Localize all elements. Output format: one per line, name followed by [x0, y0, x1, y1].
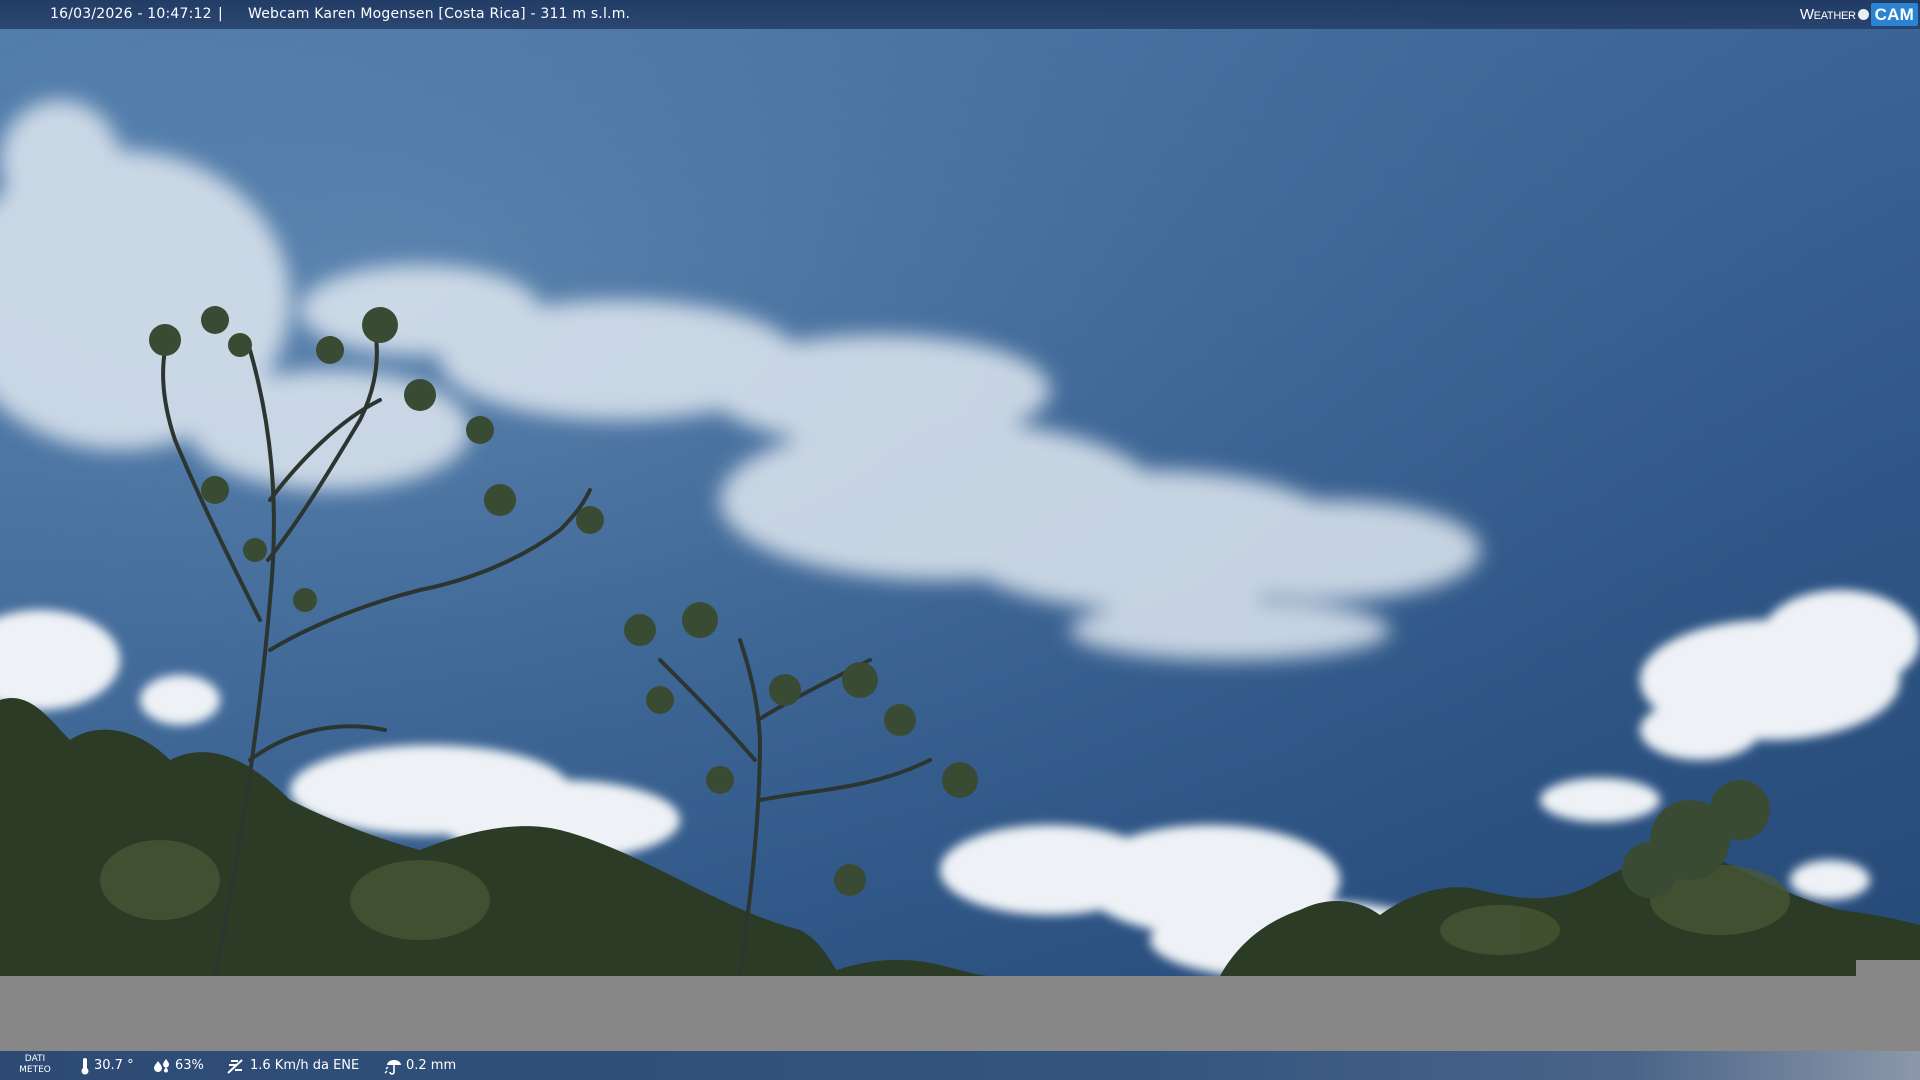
logo-weather-text: Weather [1799, 6, 1856, 23]
webcam-image [0, 0, 1920, 976]
wind-icon [227, 1058, 243, 1074]
humidity-value: 63% [175, 1058, 204, 1073]
webcam-title: Webcam Karen Mogensen [Costa Rica] - 311… [248, 6, 631, 22]
temperature-value: 30.7 ° [94, 1058, 134, 1073]
thermometer-icon [81, 1057, 89, 1074]
rain-value: 0.2 mm [406, 1058, 457, 1073]
weather-data-label: DATI METEO [18, 1054, 52, 1076]
weather-data-bar: DATI METEO 30.7 ° 63% 1.6 Km/h da ENE 0.… [0, 1051, 1920, 1080]
temperature-reading: 30.7 ° [80, 1051, 134, 1080]
humidity-reading: 63% [153, 1051, 204, 1080]
weather-label-line1: DATI [24, 1054, 46, 1064]
wind-value: 1.6 Km/h da ENE [250, 1058, 360, 1073]
logo-cam-text: CAM [1870, 3, 1918, 26]
rain-gauge-icon [384, 1059, 401, 1075]
sky-scene [0, 0, 1920, 976]
timestamp: 16/03/2026 - 10:47:12 [50, 6, 212, 22]
webcam-frame: 16/03/2026 - 10:47:12 | Webcam Karen Mog… [0, 0, 1920, 1080]
humidity-drops-icon [154, 1058, 169, 1072]
blank-strip [0, 976, 1920, 1051]
wind-reading: 1.6 Km/h da ENE [226, 1051, 359, 1080]
caption-separator: | [218, 6, 223, 22]
weathercam-logo[interactable]: Weather CAM [1800, 3, 1918, 26]
caption-bar: 16/03/2026 - 10:47:12 | Webcam Karen Mog… [0, 0, 1920, 29]
rain-reading: 0.2 mm [384, 1051, 456, 1080]
logo-dot-icon [1857, 9, 1869, 20]
weather-label-line2: METEO [19, 1065, 51, 1075]
